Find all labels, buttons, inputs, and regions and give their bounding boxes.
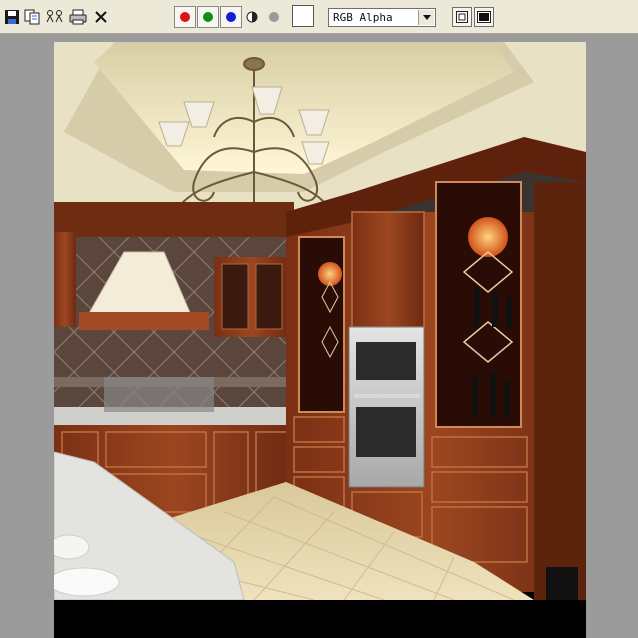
monochrome-button[interactable]: [242, 7, 262, 27]
chevron-down-icon[interactable]: [418, 10, 434, 25]
copy-icon[interactable]: [22, 7, 42, 27]
clone-window-icon[interactable]: [45, 7, 65, 27]
rendered-frame-toolbar: RGB Alpha: [0, 0, 638, 34]
background-toggle-icon: [477, 11, 491, 23]
alpha-channel-icon: [269, 12, 279, 22]
monochrome-icon: [246, 11, 258, 23]
channel-select[interactable]: RGB Alpha: [328, 8, 436, 27]
display-mode-button[interactable]: [452, 7, 472, 27]
background-toggle-button[interactable]: [474, 7, 494, 27]
kitchen-render-image: [54, 42, 586, 600]
close-icon[interactable]: [91, 7, 111, 27]
print-icon[interactable]: [68, 7, 88, 27]
blue-channel-icon: [226, 12, 236, 22]
red-channel-button[interactable]: [174, 6, 196, 28]
color-swatch[interactable]: [292, 5, 314, 27]
green-channel-button[interactable]: [197, 6, 219, 28]
blue-channel-button[interactable]: [220, 6, 242, 28]
render-viewport: [54, 42, 586, 638]
channel-select-value: RGB Alpha: [333, 11, 393, 24]
save-icon[interactable]: [2, 7, 22, 27]
display-mode-icon: [456, 11, 468, 23]
alpha-channel-button[interactable]: [264, 7, 284, 27]
red-channel-icon: [180, 12, 190, 22]
green-channel-icon: [203, 12, 213, 22]
